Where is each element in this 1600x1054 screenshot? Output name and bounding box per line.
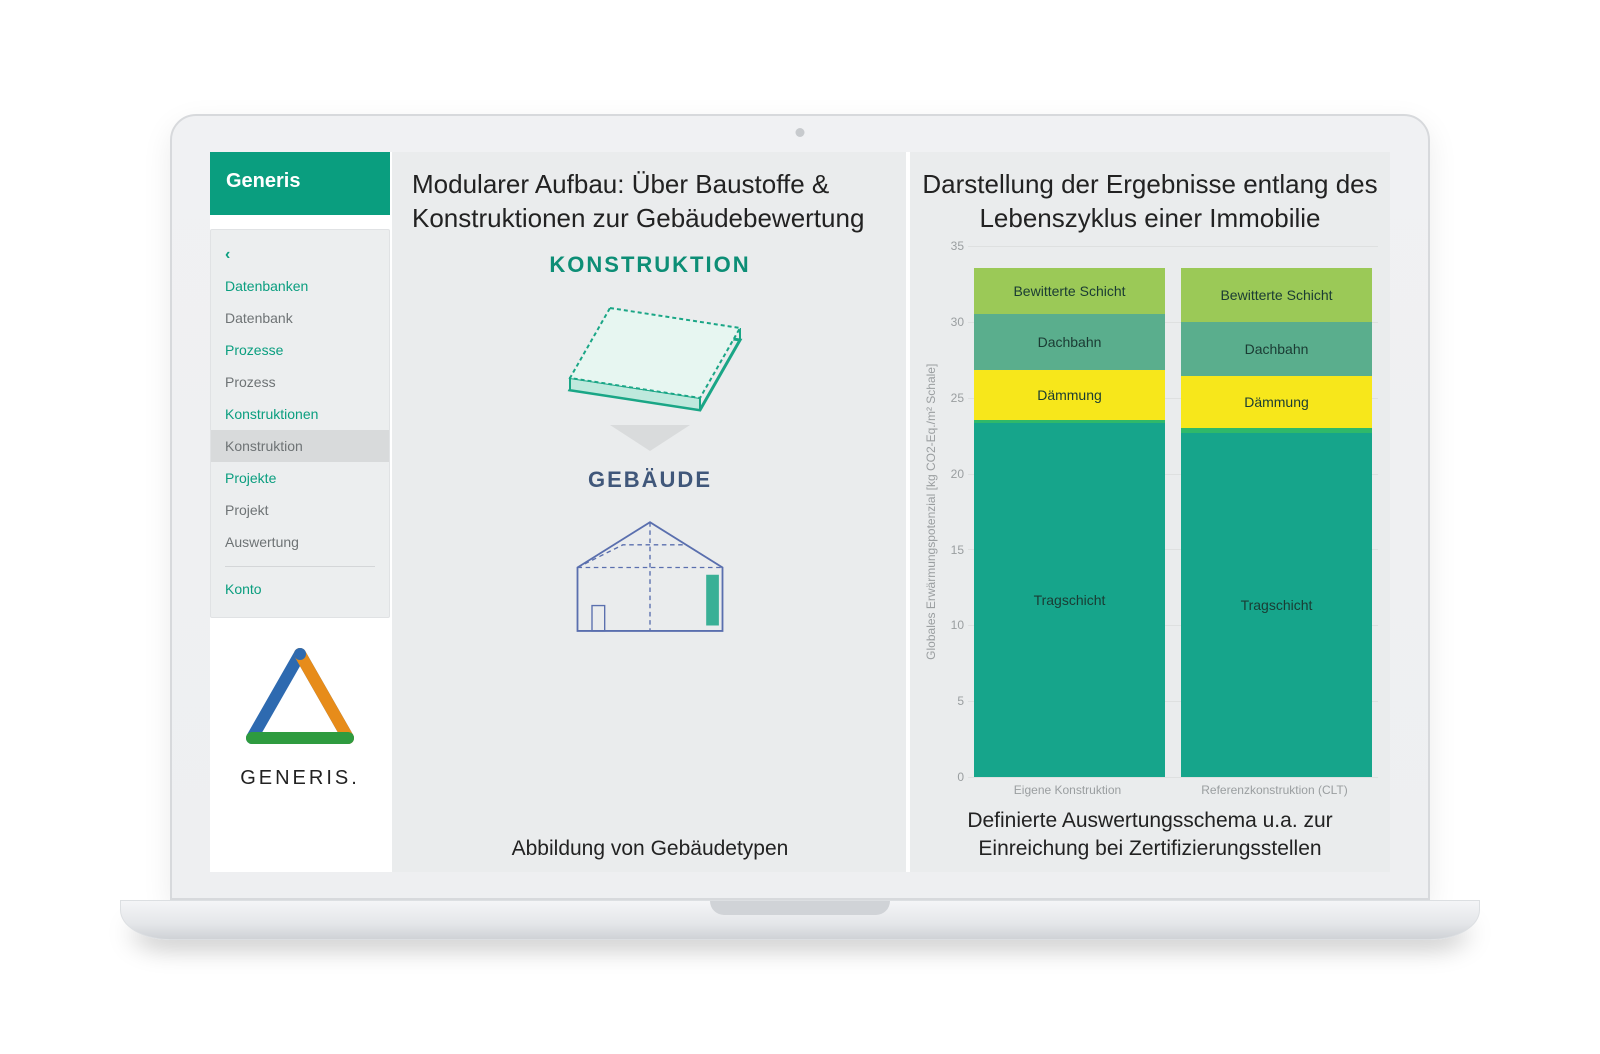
ytick: 30 <box>951 315 964 329</box>
chart-xlabel-1: Referenzkonstruktion (CLT) <box>1171 777 1378 797</box>
label-konstruktion: KONSTRUKTION <box>412 252 888 278</box>
bar-segment-dachbahn: Dachbahn <box>974 314 1165 370</box>
laptop-screen: Generis ‹ DatenbankenDatenbankProzessePr… <box>170 114 1430 900</box>
bar-segment-tragschicht: Tragschicht <box>1181 433 1372 778</box>
chart-bars: TragschichtDämmungDachbahnBewitterte Sch… <box>968 246 1378 778</box>
camera-dot <box>796 128 805 137</box>
chart-ylabel: Globales Erwärmungspotenzial [kg CO2-Eq.… <box>922 246 940 778</box>
chart-yticks: 05101520253035 <box>940 246 968 778</box>
nav-item-projekte[interactable]: Projekte <box>211 462 389 494</box>
laptop-base <box>120 900 1481 940</box>
house-icon <box>540 495 760 640</box>
illustration-building <box>412 495 888 640</box>
nav-menu: ‹ DatenbankenDatenbankProzesseProzessKon… <box>210 229 390 618</box>
stacked-bar-chart: Globales Erwärmungspotenzial [kg CO2-Eq.… <box>922 242 1378 778</box>
logo-text: GENERIS. <box>220 767 380 790</box>
nav-item-prozess[interactable]: Prozess <box>211 366 389 398</box>
nav-item-datenbanken[interactable]: Datenbanken <box>211 270 389 302</box>
nav-item-konstruktion[interactable]: Konstruktion <box>211 430 389 462</box>
ytick: 5 <box>957 694 964 708</box>
nav-back-icon[interactable]: ‹ <box>211 240 389 270</box>
panel-modular: Modularer Aufbau: Über Baustoffe & Konst… <box>392 152 906 872</box>
illustration-construction <box>412 280 888 425</box>
logo: GENERIS. <box>210 632 390 806</box>
ytick: 20 <box>951 467 964 481</box>
chart-xlabel-0: Eigene Konstruktion <box>964 777 1171 797</box>
ytick: 15 <box>951 543 964 557</box>
sidebar: Generis ‹ DatenbankenDatenbankProzessePr… <box>210 152 390 872</box>
laptop-mockup: Generis ‹ DatenbankenDatenbankProzessePr… <box>170 114 1430 940</box>
nav-account[interactable]: Konto <box>211 575 389 603</box>
bar-segment-dämmung: Dämmung <box>974 370 1165 420</box>
panel-results: Darstellung der Ergebnisse entlang des L… <box>910 152 1390 872</box>
panel-modular-heading: Modularer Aufbau: Über Baustoffe & Konst… <box>412 168 888 236</box>
nav-item-prozesse[interactable]: Prozesse <box>211 334 389 366</box>
nav-item-konstruktionen[interactable]: Konstruktionen <box>211 398 389 430</box>
bar: TragschichtDämmungDachbahnBewitterte Sch… <box>972 246 1167 778</box>
bar-segment-dämmung: Dämmung <box>1181 376 1372 428</box>
ytick: 0 <box>957 770 964 784</box>
arrow-down-icon <box>412 421 888 455</box>
bar-segment-dachbahn: Dachbahn <box>1181 322 1372 377</box>
nav-divider <box>225 566 375 567</box>
panel-results-heading: Darstellung der Ergebnisse entlang des L… <box>922 168 1378 236</box>
ytick: 10 <box>951 618 964 632</box>
nav-item-auswertung[interactable]: Auswertung <box>211 526 389 558</box>
panel-modular-caption: Abbildung von Gebäudetypen <box>412 835 888 862</box>
bar-column: TragschichtDämmungDachbahnBewitterte Sch… <box>1179 246 1374 778</box>
generis-logo-icon <box>240 648 360 758</box>
nav-item-datenbank[interactable]: Datenbank <box>211 302 389 334</box>
bar-column: TragschichtDämmungDachbahnBewitterte Sch… <box>972 246 1167 778</box>
panel-results-caption: Definierte Auswertungsschema u.a. zur Ei… <box>922 797 1378 862</box>
nav-item-projekt[interactable]: Projekt <box>211 494 389 526</box>
bar: TragschichtDämmungDachbahnBewitterte Sch… <box>1179 246 1374 778</box>
label-gebaeude: GEBÄUDE <box>412 467 888 493</box>
app-window: Generis ‹ DatenbankenDatenbankProzessePr… <box>210 152 1390 872</box>
ytick: 25 <box>951 391 964 405</box>
brand-header: Generis <box>210 152 390 215</box>
ytick: 35 <box>951 239 964 253</box>
bar-segment-bewitterte-schicht: Bewitterte Schicht <box>1181 268 1372 321</box>
bar-segment-bewitterte-schicht: Bewitterte Schicht <box>974 268 1165 314</box>
bar-segment-tragschicht: Tragschicht <box>974 423 1165 777</box>
panel-slab-icon <box>540 280 760 425</box>
